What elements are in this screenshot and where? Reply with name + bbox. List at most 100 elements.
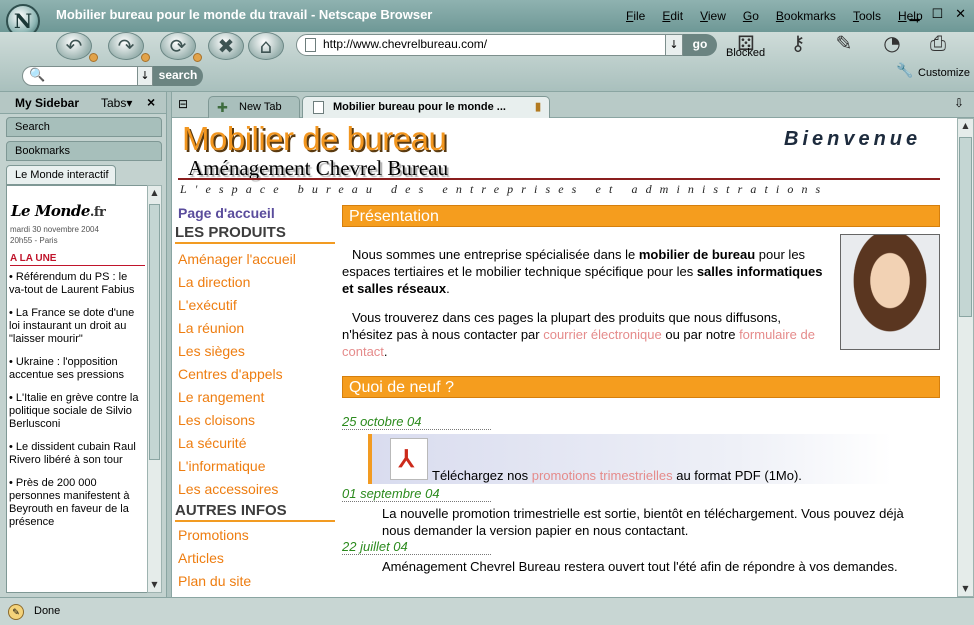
news-date: 01 septembre 04 <box>342 486 491 502</box>
window-titlebar: N Mobilier bureau pour le monde du trava… <box>0 0 974 38</box>
search-input[interactable]: 🔍 <box>22 66 138 86</box>
nav-link[interactable]: La sécurité <box>178 435 246 451</box>
nav-home-link[interactable]: Page d'accueil <box>178 205 275 221</box>
sidebar-panel-lemonde[interactable]: Le Monde interactif <box>6 165 116 185</box>
menu-bookmarks[interactable]: Bookmarks <box>776 9 836 23</box>
back-arrow-icon: ↶ <box>65 34 83 58</box>
search-icon: 🔍 <box>29 68 46 83</box>
tab-current[interactable]: Mobilier bureau pour le monde ... ▮ <box>302 96 550 118</box>
security-status-icon[interactable]: ✎ <box>8 604 24 620</box>
key-icon[interactable]: ⚷ <box>782 30 814 58</box>
sidebar-scroll-thumb[interactable] <box>149 204 160 460</box>
welcome-text: Bienvenue <box>784 128 922 150</box>
nav-link[interactable]: L'exécutif <box>178 297 237 313</box>
nav-link[interactable]: Les cloisons <box>178 412 255 428</box>
tab-bar: ⊟ ✚ New Tab Mobilier bureau pour le mond… <box>172 92 974 118</box>
nav-link[interactable]: Promotions <box>178 527 249 543</box>
nav-link[interactable]: Centres d'appels <box>178 366 283 382</box>
staff-photo <box>840 234 940 350</box>
stop-button[interactable]: ✖ <box>208 32 244 60</box>
menu-view[interactable]: View <box>700 9 726 23</box>
print-icon[interactable]: ⎙ <box>922 30 954 58</box>
tab-list-icon[interactable]: ⊟ <box>178 97 188 111</box>
url-input[interactable]: http://www.chevrelbureau.com/ <box>296 34 666 56</box>
email-link[interactable]: courrier électronique <box>543 327 662 342</box>
lemonde-headline[interactable]: • Près de 200 000 personnes manifestent … <box>9 477 145 529</box>
close-window-icon[interactable]: ✕ <box>955 7 966 22</box>
nav-products-heading: LES PRODUITS <box>175 224 335 244</box>
forward-button[interactable]: ↷ <box>108 32 150 62</box>
menu-tools[interactable]: Tools <box>853 9 881 23</box>
sidebar-scrollbar[interactable]: ▲ ▼ <box>147 185 162 593</box>
page-icon <box>305 38 316 52</box>
tab-scroll-down-icon[interactable]: ⇩ <box>954 96 964 110</box>
nav-link[interactable]: Le rangement <box>178 389 264 405</box>
page-scroll-thumb[interactable] <box>959 137 972 317</box>
sidebar-panel-bookmarks[interactable]: Bookmarks <box>6 141 162 161</box>
nav-link[interactable]: Les accessoires <box>178 481 278 497</box>
home-button[interactable]: ⌂ <box>248 32 284 60</box>
pdf-icon[interactable]: ⅄ <box>390 438 428 480</box>
nav-link[interactable]: L'informatique <box>178 458 266 474</box>
presentation-text: Nous sommes une entreprise spécialisée d… <box>342 247 823 359</box>
lemonde-panel: Le Monde.fr mardi 30 novembre 2004 20h55… <box>6 185 148 593</box>
page-scrollbar[interactable]: ▲ ▼ <box>957 118 974 597</box>
stop-icon: ✖ <box>217 34 235 58</box>
sidebar-tabs-menu[interactable]: Tabs▾ <box>101 96 132 110</box>
go-button[interactable]: go <box>683 34 717 56</box>
menu-file[interactable]: File <box>626 9 645 23</box>
lemonde-logo[interactable]: Le Monde.fr <box>11 202 106 220</box>
tab-lock-icon: ▮ <box>534 101 541 113</box>
url-text: http://www.chevrelbureau.com/ <box>323 37 488 51</box>
sidebar-panel-search[interactable]: Search <box>6 117 162 137</box>
window-title: Mobilier bureau pour le monde du travail… <box>56 7 433 22</box>
nav-link[interactable]: La direction <box>178 274 250 290</box>
nav-link[interactable]: Articles <box>178 550 224 566</box>
scroll-down-icon[interactable]: ▼ <box>959 582 972 596</box>
nav-link[interactable]: Aménager l'accueil <box>178 251 296 267</box>
sidebar: My Sidebar Tabs▾ × Search Bookmarks Le M… <box>0 92 166 597</box>
lemonde-headline[interactable]: • Ukraine : l'opposition accentue ses pr… <box>9 356 145 382</box>
nav-link[interactable]: Plan du site <box>178 573 251 589</box>
minimize-icon[interactable]: ▁ <box>909 7 919 22</box>
tab-new-tab[interactable]: ✚ New Tab <box>208 96 300 118</box>
menu-edit[interactable]: Edit <box>662 9 683 23</box>
nav-other-heading: AUTRES INFOS <box>175 502 335 522</box>
maximize-icon[interactable]: ☐ <box>931 7 943 22</box>
header-divider <box>178 178 940 180</box>
lemonde-headline[interactable]: • Le dissident cubain Raul Rivero libéré… <box>9 441 145 467</box>
url-history-dropdown[interactable]: ↓ <box>665 34 683 56</box>
lemonde-headline[interactable]: • La France se dote d'une loi instaurant… <box>9 307 145 346</box>
nav-link[interactable]: Les sièges <box>178 343 245 359</box>
history-icon[interactable]: ◔ <box>876 30 908 58</box>
edit-pen-icon[interactable]: ✎ <box>828 30 860 58</box>
lemonde-headline[interactable]: • Référendum du PS : le va-tout de Laure… <box>9 271 145 297</box>
back-button[interactable]: ↶ <box>56 32 98 62</box>
customize-button[interactable]: Customize <box>918 67 970 79</box>
new-tab-plus-icon: ✚ <box>217 100 228 115</box>
lemonde-headlines: • Référendum du PS : le va-tout de Laure… <box>9 271 145 539</box>
sidebar-header: My Sidebar Tabs▾ × <box>0 92 166 114</box>
web-page: Mobilier de bureau Aménagement Chevrel B… <box>172 118 958 597</box>
menu-bar: File Edit View Go Bookmarks Tools Help <box>626 9 923 23</box>
news-text: La nouvelle promotion trimestrielle est … <box>382 506 904 538</box>
scroll-down-icon[interactable]: ▼ <box>149 578 160 592</box>
nav-link[interactable]: La réunion <box>178 320 244 336</box>
presentation-heading: Présentation <box>342 205 940 227</box>
close-sidebar-icon[interactable]: × <box>147 94 155 110</box>
news-heading: Quoi de neuf ? <box>342 376 940 398</box>
search-button[interactable]: search <box>153 66 203 86</box>
lemonde-section-title: A LA UNE <box>10 253 145 266</box>
lemonde-headline[interactable]: • L'Italie en grève contre la politique … <box>9 392 145 431</box>
search-engine-dropdown[interactable]: ↓ <box>137 66 153 86</box>
wrench-icon: 🔧 <box>896 63 914 79</box>
menu-go[interactable]: Go <box>743 9 759 23</box>
forward-arrow-icon: ↷ <box>117 34 135 58</box>
scroll-up-icon[interactable]: ▲ <box>959 119 972 133</box>
reload-button[interactable]: ⟳ <box>160 32 202 62</box>
promotions-pdf-link[interactable]: promotions trimestrielles <box>532 468 673 483</box>
lemonde-date: mardi 30 novembre 2004 20h55 - Paris <box>10 225 99 245</box>
down-arrow-icon: ↓ <box>669 38 679 51</box>
scroll-up-icon[interactable]: ▲ <box>149 186 160 200</box>
site-logo[interactable]: Mobilier de bureau <box>182 120 447 158</box>
